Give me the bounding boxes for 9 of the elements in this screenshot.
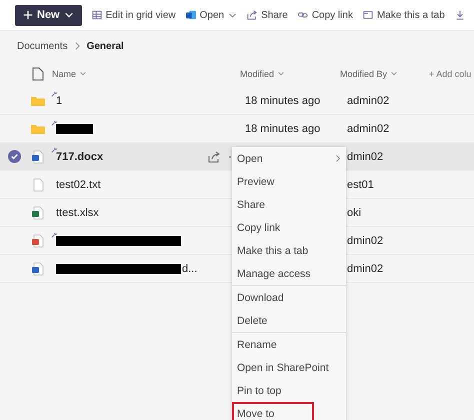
- modified-by: admin02: [347, 122, 390, 134]
- modified-by: dmin02: [347, 150, 384, 162]
- modified-by: dmin02: [347, 234, 384, 246]
- modified-time: 18 minutes ago: [245, 122, 320, 134]
- modified-time: 18 minutes ago: [245, 94, 320, 106]
- modified-by: est01: [347, 178, 374, 190]
- modified-by: oki: [347, 206, 362, 218]
- modified-by: admin02: [347, 94, 390, 106]
- modified-by: dmin02: [347, 262, 384, 274]
